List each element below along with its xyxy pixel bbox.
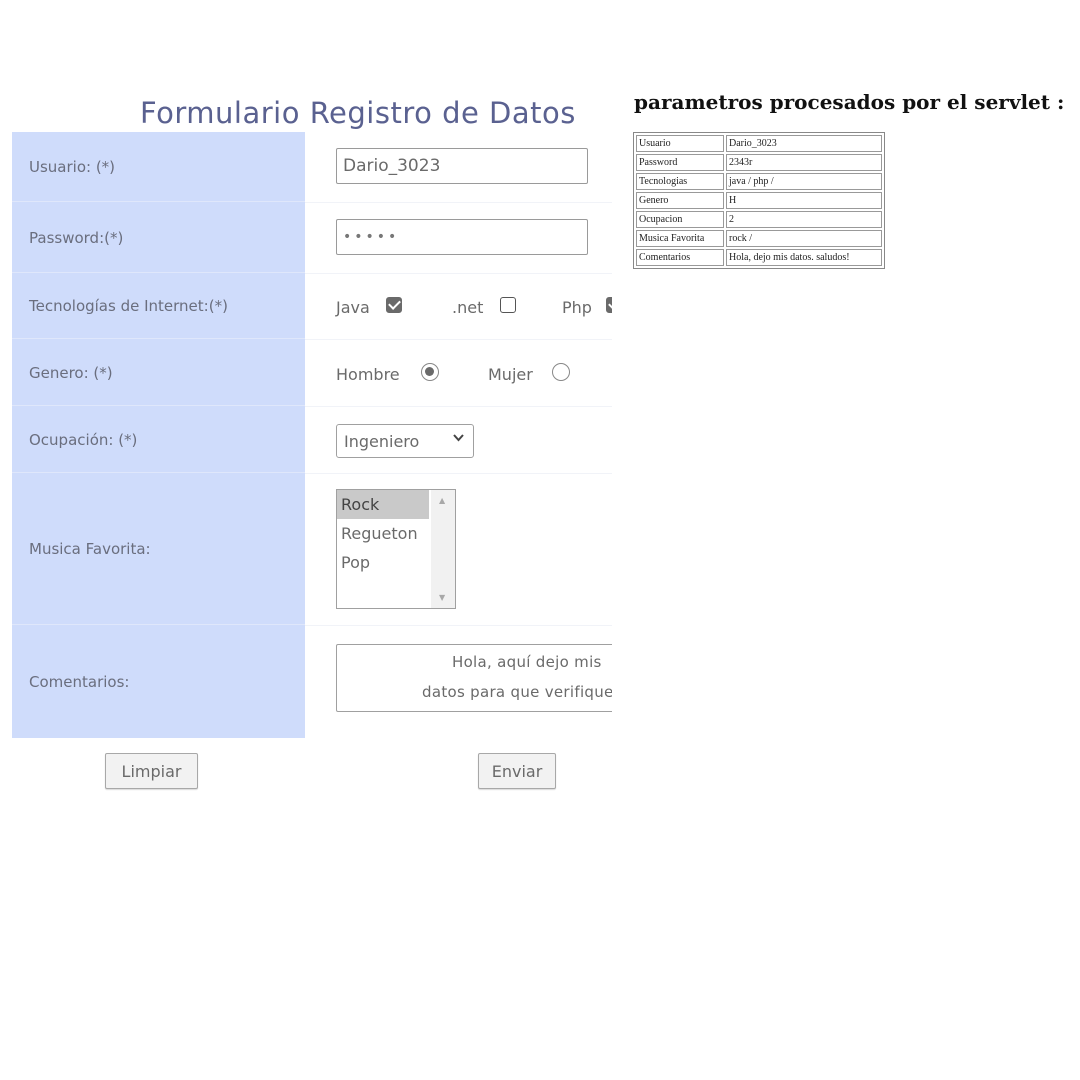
param-key: Tecnologias <box>636 173 724 190</box>
param-key: Password <box>636 154 724 171</box>
textarea-line: Hola, aquí dejo mis <box>452 653 602 671</box>
php-checkbox[interactable] <box>606 297 612 313</box>
listbox-option[interactable]: Regueton <box>337 519 429 548</box>
comentarios-label: Comentarios: <box>29 673 130 691</box>
usuario-input[interactable]: Dario_3023 <box>336 148 588 184</box>
param-value: Hola, dejo mis datos. saludos! <box>726 249 882 266</box>
php-label: Php <box>562 298 592 317</box>
param-key: Ocupacion <box>636 211 724 228</box>
musica-listbox[interactable]: Rock Regueton Pop ▲ ▼ <box>336 489 456 609</box>
form-title: Formulario Registro de Datos <box>140 96 576 130</box>
param-value: Dario_3023 <box>726 135 882 152</box>
table-row: Usuario Dario_3023 <box>636 135 882 152</box>
musica-label: Musica Favorita: <box>12 474 305 625</box>
table-row: Tecnologias java / php / <box>636 173 882 190</box>
ocupacion-selected-value: Ingeniero <box>344 431 420 451</box>
param-value: 2343r <box>726 154 882 171</box>
java-label: Java <box>336 298 370 317</box>
scroll-up-icon[interactable]: ▲ <box>439 496 445 505</box>
table-row: Comentarios Hola, dejo mis datos. saludos… <box>636 249 882 266</box>
param-key: Comentarios <box>636 249 724 266</box>
net-label: .net <box>452 298 484 317</box>
param-value: 2 <box>726 211 882 228</box>
servlet-params-table: Usuario Dario_3023 Password 2343r Tecnolog… <box>633 132 885 269</box>
scroll-down-icon[interactable]: ▼ <box>439 593 445 602</box>
net-checkbox[interactable] <box>500 297 516 313</box>
comentarios-textarea[interactable]: Hola, aquí dejo mis datos para que verif… <box>336 644 612 712</box>
listbox-option[interactable]: Rock <box>337 490 429 519</box>
servlet-title: parametros procesados por el servlet : <box>634 90 1065 114</box>
param-value: rock / <box>726 230 882 247</box>
limpiar-button[interactable]: Limpiar <box>105 753 198 789</box>
param-value: java / php / <box>726 173 882 190</box>
table-row: Ocupacion 2 <box>636 211 882 228</box>
genero-label: Genero: (*) <box>12 340 305 406</box>
mujer-radio[interactable] <box>552 363 570 381</box>
java-checkbox[interactable] <box>386 297 402 313</box>
ocupacion-select[interactable]: Ingeniero <box>336 424 474 458</box>
table-row: Musica Favorita rock / <box>636 230 882 247</box>
param-key: Genero <box>636 192 724 209</box>
enviar-button[interactable]: Enviar <box>478 753 556 789</box>
listbox-option[interactable]: Pop <box>337 548 429 577</box>
table-row: Password 2343r <box>636 154 882 171</box>
chevron-down-icon <box>452 431 465 448</box>
textarea-line: datos para que verifiques <box>422 683 612 701</box>
param-key: Musica Favorita <box>636 230 724 247</box>
hombre-label: Hombre <box>336 365 400 384</box>
param-value: H <box>726 192 882 209</box>
tecnologias-label: Tecnologías de Internet:(*) <box>12 274 305 339</box>
password-input[interactable]: ••••• <box>336 219 588 255</box>
table-row: Genero H <box>636 192 882 209</box>
listbox-scrollbar[interactable]: ▲ ▼ <box>431 490 455 608</box>
password-label: Password:(*) <box>12 203 305 273</box>
registration-form: Usuario: (*) Dario_3023 Password:(*) •••… <box>12 132 612 738</box>
param-key: Usuario <box>636 135 724 152</box>
hombre-radio[interactable] <box>421 363 439 381</box>
usuario-label: Usuario: (*) <box>12 132 305 202</box>
mujer-label: Mujer <box>488 365 533 384</box>
ocupacion-label: Ocupación: (*) <box>12 407 305 473</box>
